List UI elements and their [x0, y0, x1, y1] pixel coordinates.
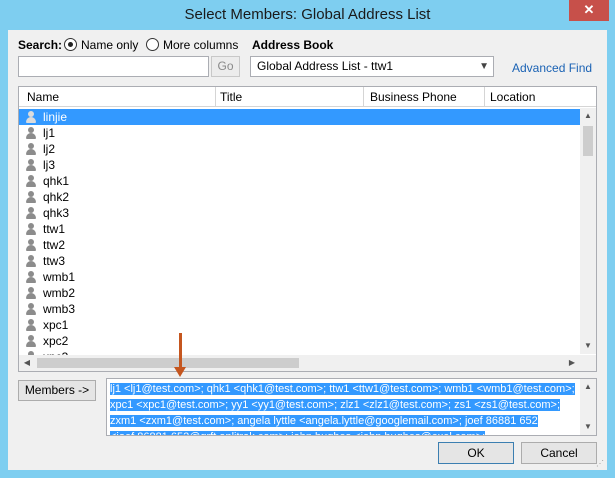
person-icon [25, 255, 37, 267]
column-header-name[interactable]: Name [27, 90, 59, 104]
list-item-name: xpc1 [43, 318, 69, 332]
scroll-left-icon[interactable]: ◀ [19, 355, 35, 371]
close-button[interactable]: ✕ [569, 0, 609, 21]
column-header-business-phone[interactable]: Business Phone [370, 90, 457, 104]
scroll-down-icon[interactable]: ▼ [580, 338, 596, 354]
list-rows: linjie lj1 lj2 lj3 qhk1 qhk2 qhk3 ttw1 ttw2 ttw3 w… [19, 109, 580, 355]
list-item[interactable]: lj2 [19, 141, 580, 157]
person-icon [25, 223, 37, 235]
column-divider[interactable] [484, 87, 485, 106]
list-header: Name Title Business Phone Location [19, 87, 596, 107]
list-item-name: lj3 [43, 158, 56, 172]
search-input[interactable] [18, 56, 209, 77]
arrow-annotation-icon [174, 333, 186, 381]
address-list[interactable]: Name Title Business Phone Location linji… [18, 86, 597, 372]
person-icon [25, 111, 37, 123]
vertical-scrollbar[interactable]: ▲ ▼ [580, 108, 596, 354]
scroll-up-icon[interactable]: ▲ [580, 379, 596, 395]
resize-grip-icon[interactable]: ⋰ [596, 459, 606, 469]
scroll-thumb[interactable] [37, 358, 299, 368]
members-field[interactable]: lj1 <lj1@test.com>; qhk1 <qhk1@test.com>… [106, 378, 597, 436]
scrollbar-corner [580, 355, 596, 371]
person-icon [25, 143, 37, 155]
address-book-select[interactable]: Global Address List - ttw1 ▼ [250, 56, 494, 77]
list-item[interactable]: wmb3 [19, 301, 580, 317]
dialog-window: Select Members: Global Address List ✕ Se… [0, 0, 615, 478]
list-item-name: xpc2 [43, 334, 69, 348]
person-icon [25, 239, 37, 251]
name-only-label[interactable]: Name only [81, 38, 138, 52]
list-item-name: qhk2 [43, 190, 70, 204]
list-item[interactable]: lj1 [19, 125, 580, 141]
close-icon: ✕ [583, 2, 595, 17]
list-item[interactable]: qhk3 [19, 205, 580, 221]
column-divider[interactable] [363, 87, 364, 106]
person-icon [25, 175, 37, 187]
more-columns-label[interactable]: More columns [163, 38, 238, 52]
person-icon [25, 271, 37, 283]
address-book-selected: Global Address List - ttw1 [257, 59, 394, 73]
person-icon [25, 127, 37, 139]
person-icon [25, 319, 37, 331]
list-item[interactable]: lj3 [19, 157, 580, 173]
address-book-label: Address Book [252, 38, 334, 52]
list-item[interactable]: linjie [19, 109, 580, 125]
list-item-name: wmb1 [43, 270, 76, 284]
scroll-up-icon[interactable]: ▲ [580, 108, 596, 124]
dialog-body: Search: Name only More columns Address B… [8, 30, 607, 470]
go-button[interactable]: Go [211, 56, 240, 77]
person-icon [25, 159, 37, 171]
members-scrollbar[interactable]: ▲ ▼ [580, 379, 596, 435]
list-item-name: lj1 [43, 126, 56, 140]
more-columns-radio[interactable] [146, 38, 159, 51]
search-label: Search: [18, 38, 63, 52]
list-item[interactable]: ttw2 [19, 237, 580, 253]
person-icon [25, 207, 37, 219]
scroll-thumb[interactable] [583, 126, 593, 156]
list-item-name: ttw3 [43, 254, 66, 268]
person-icon [25, 287, 37, 299]
list-item-name: lj2 [43, 142, 56, 156]
title-bar[interactable]: Select Members: Global Address List ✕ [0, 0, 615, 30]
list-item[interactable]: wmb2 [19, 285, 580, 301]
list-item[interactable]: xpc2 [19, 333, 580, 349]
list-item-name: ttw1 [43, 222, 66, 236]
scroll-right-icon[interactable]: ▶ [564, 355, 580, 371]
column-header-location[interactable]: Location [490, 90, 535, 104]
list-item-name: wmb2 [43, 286, 76, 300]
list-item-name: linjie [43, 110, 68, 124]
list-item-name: ttw2 [43, 238, 66, 252]
list-item[interactable]: ttw1 [19, 221, 580, 237]
list-item[interactable]: qhk1 [19, 173, 580, 189]
list-item-name: qhk1 [43, 174, 70, 188]
ok-button[interactable]: OK [438, 442, 514, 464]
list-item[interactable]: xpc1 [19, 317, 580, 333]
person-icon [25, 191, 37, 203]
person-icon [25, 335, 37, 347]
list-item[interactable]: wmb1 [19, 269, 580, 285]
list-item[interactable]: ttw3 [19, 253, 580, 269]
scroll-down-icon[interactable]: ▼ [580, 419, 596, 435]
column-divider[interactable] [215, 87, 216, 106]
chevron-down-icon: ▼ [479, 61, 489, 72]
name-only-radio[interactable] [64, 38, 77, 51]
dialog-title: Select Members: Global Address List [184, 6, 431, 23]
horizontal-scrollbar[interactable]: ◀ ▶ [19, 355, 580, 371]
person-icon [25, 303, 37, 315]
column-header-title[interactable]: Title [220, 90, 242, 104]
advanced-find-link[interactable]: Advanced Find [512, 61, 592, 75]
members-button[interactable]: Members -> [18, 380, 96, 401]
list-item-name: qhk3 [43, 206, 70, 220]
cancel-button[interactable]: Cancel [521, 442, 597, 464]
list-item[interactable]: qhk2 [19, 189, 580, 205]
members-value: lj1 <lj1@test.com>; qhk1 <qhk1@test.com>… [110, 383, 575, 435]
list-item-name: wmb3 [43, 302, 76, 316]
